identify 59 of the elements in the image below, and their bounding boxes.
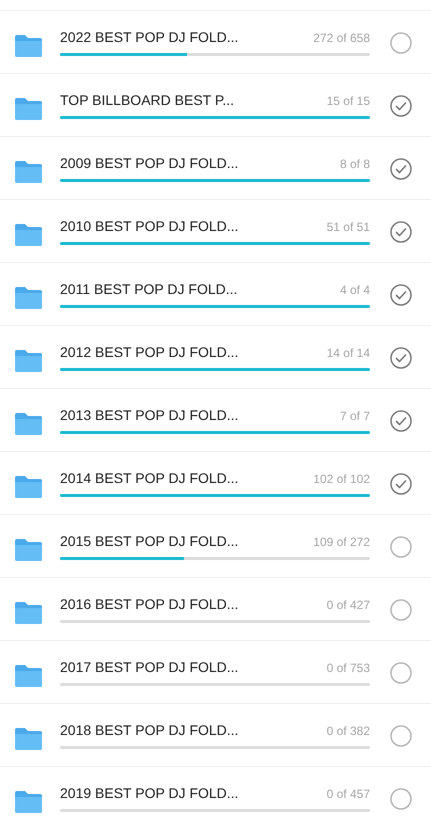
folder-name: 2014 BEST POP DJ FOLD... <box>60 470 238 486</box>
folder-name: 2019 BEST POP DJ FOLD... <box>60 784 238 800</box>
track-count: 0 of 427 <box>326 598 370 612</box>
folder-icon <box>15 728 42 750</box>
folder-row[interactable]: 2017 BEST POP DJ FOLD... 0 of 753 <box>0 640 431 703</box>
folder-row[interactable]: 2019 BEST POP DJ FOLD... 0 of 457 <box>0 766 431 829</box>
folder-name: 2017 BEST POP DJ FOLD... <box>60 658 238 674</box>
check-circle-icon[interactable] <box>390 347 412 369</box>
folder-name: 2009 BEST POP DJ FOLD... <box>60 154 238 170</box>
folder-name: 2018 BEST POP DJ FOLD... <box>60 722 238 738</box>
track-count: 4 of 4 <box>340 282 370 296</box>
folder-name: 2012 BEST POP DJ FOLD... <box>60 344 238 360</box>
track-count: 109 of 272 <box>313 534 370 548</box>
check-circle-icon[interactable] <box>390 95 412 117</box>
check-circle-icon[interactable] <box>390 158 412 180</box>
folder-icon <box>15 350 42 372</box>
check-circle-icon[interactable] <box>390 221 412 243</box>
track-count: 0 of 382 <box>326 724 370 738</box>
folder-icon <box>15 665 42 687</box>
check-circle-icon[interactable] <box>390 410 412 432</box>
track-count: 272 of 658 <box>313 30 370 44</box>
folder-name: TOP BILLBOARD BEST P... <box>60 92 234 108</box>
folder-icon <box>15 539 42 561</box>
check-circle-icon[interactable] <box>390 473 412 495</box>
folder-row[interactable]: 2015 BEST POP DJ FOLD... 109 of 272 <box>0 514 431 577</box>
folder-icon <box>15 413 42 435</box>
folder-icon <box>15 224 42 246</box>
folder-icon <box>15 476 42 498</box>
folder-name: 2011 BEST POP DJ FOLD... <box>60 280 238 296</box>
track-count: 15 of 15 <box>326 94 370 108</box>
folder-icon <box>15 161 42 183</box>
folder-name: 2015 BEST POP DJ FOLD... <box>60 532 238 548</box>
folder-icon <box>15 98 42 120</box>
folder-row[interactable]: 2011 BEST POP DJ FOLD... 4 of 4 <box>0 262 431 325</box>
folder-row[interactable]: 2014 BEST POP DJ FOLD... 102 of 102 <box>0 451 431 514</box>
folder-icon <box>15 287 42 309</box>
track-count: 102 of 102 <box>313 472 370 486</box>
folder-name: 2013 BEST POP DJ FOLD... <box>60 406 238 422</box>
folder-icon <box>15 791 42 813</box>
folder-name: 2010 BEST POP DJ FOLD... <box>60 218 238 234</box>
folder-name: 2022 BEST POP DJ FOLD... <box>60 28 238 44</box>
folder-row[interactable]: 2022 BEST POP DJ FOLD... 272 of 658 <box>0 10 431 73</box>
folder-name: 2016 BEST POP DJ FOLD... <box>60 596 238 612</box>
track-count: 8 of 8 <box>340 156 370 170</box>
check-circle-icon[interactable] <box>390 284 412 306</box>
folder-row[interactable]: 2018 BEST POP DJ FOLD... 0 of 382 <box>0 703 431 766</box>
track-count: 51 of 51 <box>326 220 370 234</box>
track-count: 0 of 457 <box>326 786 370 800</box>
track-count: 7 of 7 <box>340 408 370 422</box>
track-count: 14 of 14 <box>326 346 370 360</box>
folder-row[interactable]: 2012 BEST POP DJ FOLD... 14 of 14 <box>0 325 431 388</box>
folder-icon <box>15 602 42 624</box>
track-count: 0 of 753 <box>326 660 370 674</box>
folder-row[interactable]: TOP BILLBOARD BEST P... 15 of 15 <box>0 73 431 136</box>
folder-row[interactable]: 2016 BEST POP DJ FOLD... 0 of 427 <box>0 577 431 640</box>
folder-icon <box>15 35 42 57</box>
folder-row[interactable]: 2009 BEST POP DJ FOLD... 8 of 8 <box>0 136 431 199</box>
folder-row[interactable]: 2013 BEST POP DJ FOLD... 7 of 7 <box>0 388 431 451</box>
folder-row[interactable]: 2010 BEST POP DJ FOLD... 51 of 51 <box>0 199 431 262</box>
